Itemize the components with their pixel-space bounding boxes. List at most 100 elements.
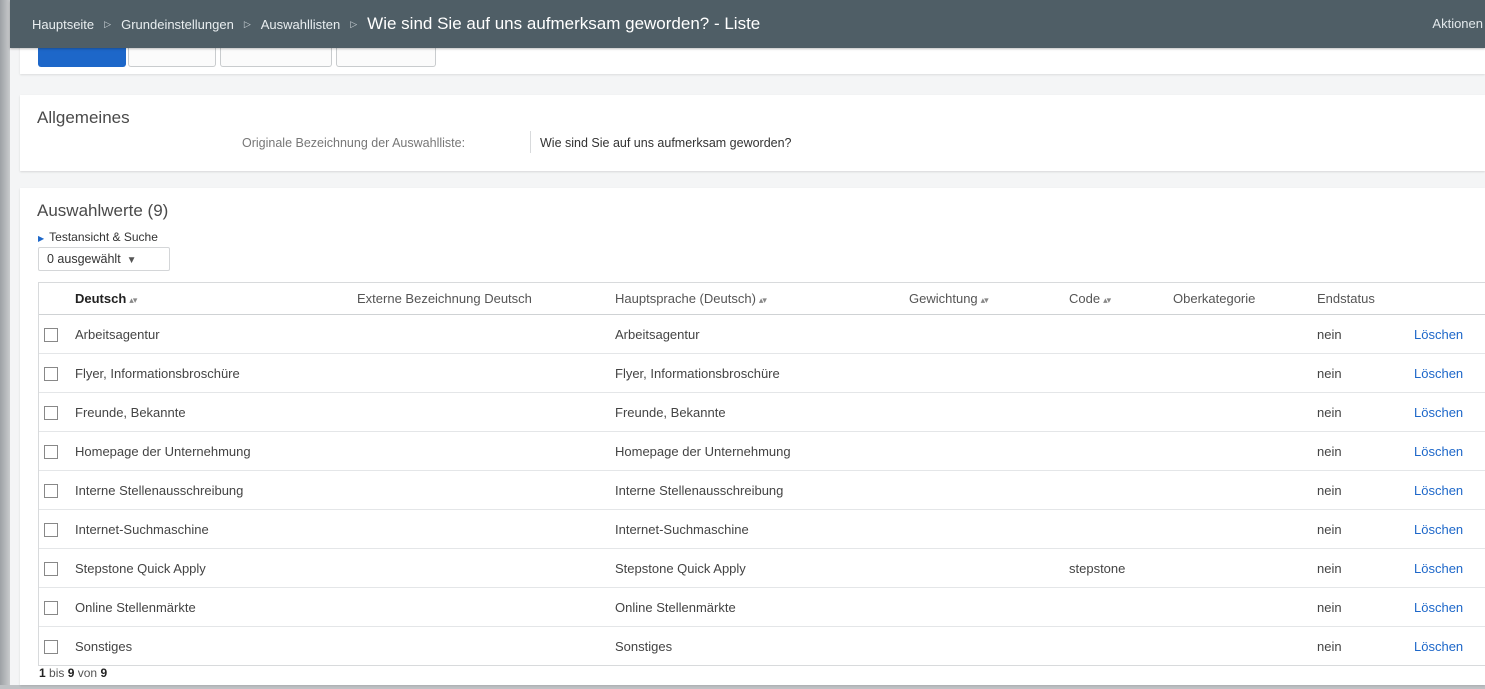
cell-code (1069, 314, 1173, 354)
column-header-extern: Externe Bezeichnung Deutsch (357, 283, 615, 315)
delete-link[interactable]: Löschen (1414, 627, 1485, 666)
testansicht-toggle[interactable]: ▶ Testansicht & Suche (38, 230, 158, 244)
cell-deutsch: Homepage der Unternehmung (75, 431, 357, 471)
breadcrumb-separator-icon: ▷ (243, 18, 251, 29)
breadcrumb-separator-icon: ▷ (350, 18, 358, 29)
cell-endstatus: nein (1317, 353, 1414, 393)
column-header-hauptsprache[interactable]: Hauptsprache (Deutsch) ▴▾ (615, 283, 909, 315)
column-label: Externe Bezeichnung Deutsch (357, 291, 532, 306)
column-label: Oberkategorie (1173, 291, 1256, 306)
checkbox-icon[interactable] (44, 639, 58, 654)
cell-hauptsprache: Freunde, Bekannte (615, 392, 909, 432)
delete-link[interactable]: Löschen (1414, 470, 1485, 510)
cell-code (1069, 353, 1173, 393)
screen-frame-left (0, 0, 10, 689)
cell-oberkategorie (1173, 353, 1317, 393)
cell-code (1069, 587, 1173, 627)
cell-hauptsprache: Flyer, Informationsbroschüre (615, 353, 909, 393)
disclosure-triangle-icon: ▶ (38, 234, 45, 243)
table-row: Flyer, Informationsbroschüre Flyer, Info… (39, 353, 1485, 393)
checkbox-icon[interactable] (44, 600, 58, 615)
breadcrumb-grundeinstellungen[interactable]: Grundeinstellungen (121, 17, 234, 32)
cell-deutsch: Interne Stellenausschreibung (75, 470, 357, 510)
table-row: Homepage der Unternehmung Homepage der U… (39, 431, 1485, 471)
cell-code (1069, 431, 1173, 471)
table-row: Internet-Suchmaschine Internet-Suchmasch… (39, 509, 1485, 549)
cell-extern (357, 314, 615, 354)
toolbar-button[interactable] (220, 48, 332, 67)
column-label: Code (1069, 291, 1101, 306)
delete-link[interactable]: Löschen (1414, 509, 1485, 549)
cell-endstatus: nein (1317, 638, 1342, 654)
toolbar-button[interactable] (128, 48, 216, 67)
cell-code (1069, 509, 1173, 549)
breadcrumb-auswahllisten[interactable]: Auswahllisten (261, 17, 341, 32)
allgemeines-card: Allgemeines Originale Bezeichnung der Au… (20, 95, 1485, 171)
cell-hauptsprache: Sonstiges (615, 638, 673, 654)
table-row: Interne Stellenausschreibung Interne Ste… (39, 470, 1485, 510)
cell-code (1069, 627, 1173, 666)
cell-deutsch: Flyer, Informationsbroschüre (75, 353, 357, 393)
delete-link[interactable]: Löschen (1414, 431, 1485, 471)
pager-from: 1 (39, 666, 46, 680)
sort-icon: ▴▾ (980, 295, 989, 305)
delete-link[interactable]: Löschen (1414, 392, 1485, 432)
cell-deutsch: Stepstone Quick Apply (75, 548, 357, 588)
cell-gewichtung (909, 353, 1069, 393)
toolbar-button[interactable] (336, 48, 436, 67)
cell-endstatus: nein (1317, 470, 1414, 510)
caret-down-icon: ▼ (126, 255, 137, 266)
cell-deutsch: Online Stellenmärkte (75, 587, 357, 627)
checkbox-icon[interactable] (44, 327, 58, 342)
checkbox-icon[interactable] (44, 405, 58, 420)
toolbar-primary-button[interactable] (38, 48, 126, 67)
column-label: Deutsch (75, 291, 127, 306)
breadcrumb-home[interactable]: Hauptseite (32, 17, 94, 32)
cell-extern (357, 353, 615, 393)
table-header-row: Deutsch ▴▾ Externe Bezeichnung Deutsch Ha… (39, 283, 1485, 315)
cell-extern (357, 470, 615, 510)
delete-link[interactable]: Löschen (1414, 353, 1485, 393)
select-column-header (39, 283, 75, 315)
checkbox-icon[interactable] (44, 444, 58, 459)
selection-count: 0 ausgewählt (47, 252, 121, 266)
column-label: Endstatus (1317, 291, 1375, 306)
checkbox-icon[interactable] (44, 561, 58, 576)
cell-hauptsprache: Stepstone Quick Apply (615, 548, 909, 588)
actions-column-header (1414, 283, 1485, 315)
cell-extern (357, 587, 615, 627)
column-header-endstatus: Endstatus (1317, 283, 1414, 315)
auswahlwerte-card: Auswahlwerte (9) ▶ Testansicht & Suche 0 … (20, 188, 1485, 685)
cell-extern (357, 627, 615, 666)
cell-deutsch: Internet-Suchmaschine (75, 509, 357, 549)
checkbox-icon[interactable] (44, 522, 58, 537)
original-name-value: Wie sind Sie auf uns aufmerksam geworden… (540, 136, 792, 150)
cell-deutsch: Arbeitsagentur (75, 314, 357, 354)
selection-dropdown[interactable]: 0 ausgewählt ▼ (38, 247, 170, 271)
cell-hauptsprache: Interne Stellenausschreibung (615, 470, 909, 510)
column-header-code[interactable]: Code ▴▾ (1069, 283, 1173, 315)
cell-gewichtung (909, 509, 1069, 549)
actions-menu[interactable]: Aktionen (1432, 0, 1485, 48)
original-name-label: Originale Bezeichnung der Auswahlliste: (242, 136, 466, 150)
column-header-gewichtung[interactable]: Gewichtung ▴▾ (909, 283, 1069, 315)
column-header-deutsch[interactable]: Deutsch ▴▾ (75, 283, 357, 315)
checkbox-icon[interactable] (44, 366, 58, 381)
cell-gewichtung (909, 314, 1069, 354)
cell-deutsch: Sonstiges (75, 638, 133, 654)
cell-extern (357, 509, 615, 549)
cell-gewichtung (909, 548, 1069, 588)
table-row: Sonstiges Sonstiges nein Löschen (39, 627, 1485, 666)
page-title: Wie sind Sie auf uns aufmerksam geworden… (367, 14, 761, 33)
sort-icon: ▴▾ (758, 295, 767, 305)
cell-gewichtung (909, 587, 1069, 627)
cell-extern (357, 431, 615, 471)
cell-endstatus: nein (1317, 314, 1414, 354)
delete-link[interactable]: Löschen (1414, 548, 1485, 588)
delete-link[interactable]: Löschen (1414, 587, 1485, 627)
delete-link[interactable]: Löschen (1414, 314, 1485, 354)
cell-deutsch: Freunde, Bekannte (75, 392, 357, 432)
breadcrumb-separator-icon: ▷ (104, 18, 112, 29)
allgemeines-title: Allgemeines (37, 108, 130, 127)
checkbox-icon[interactable] (44, 483, 58, 498)
